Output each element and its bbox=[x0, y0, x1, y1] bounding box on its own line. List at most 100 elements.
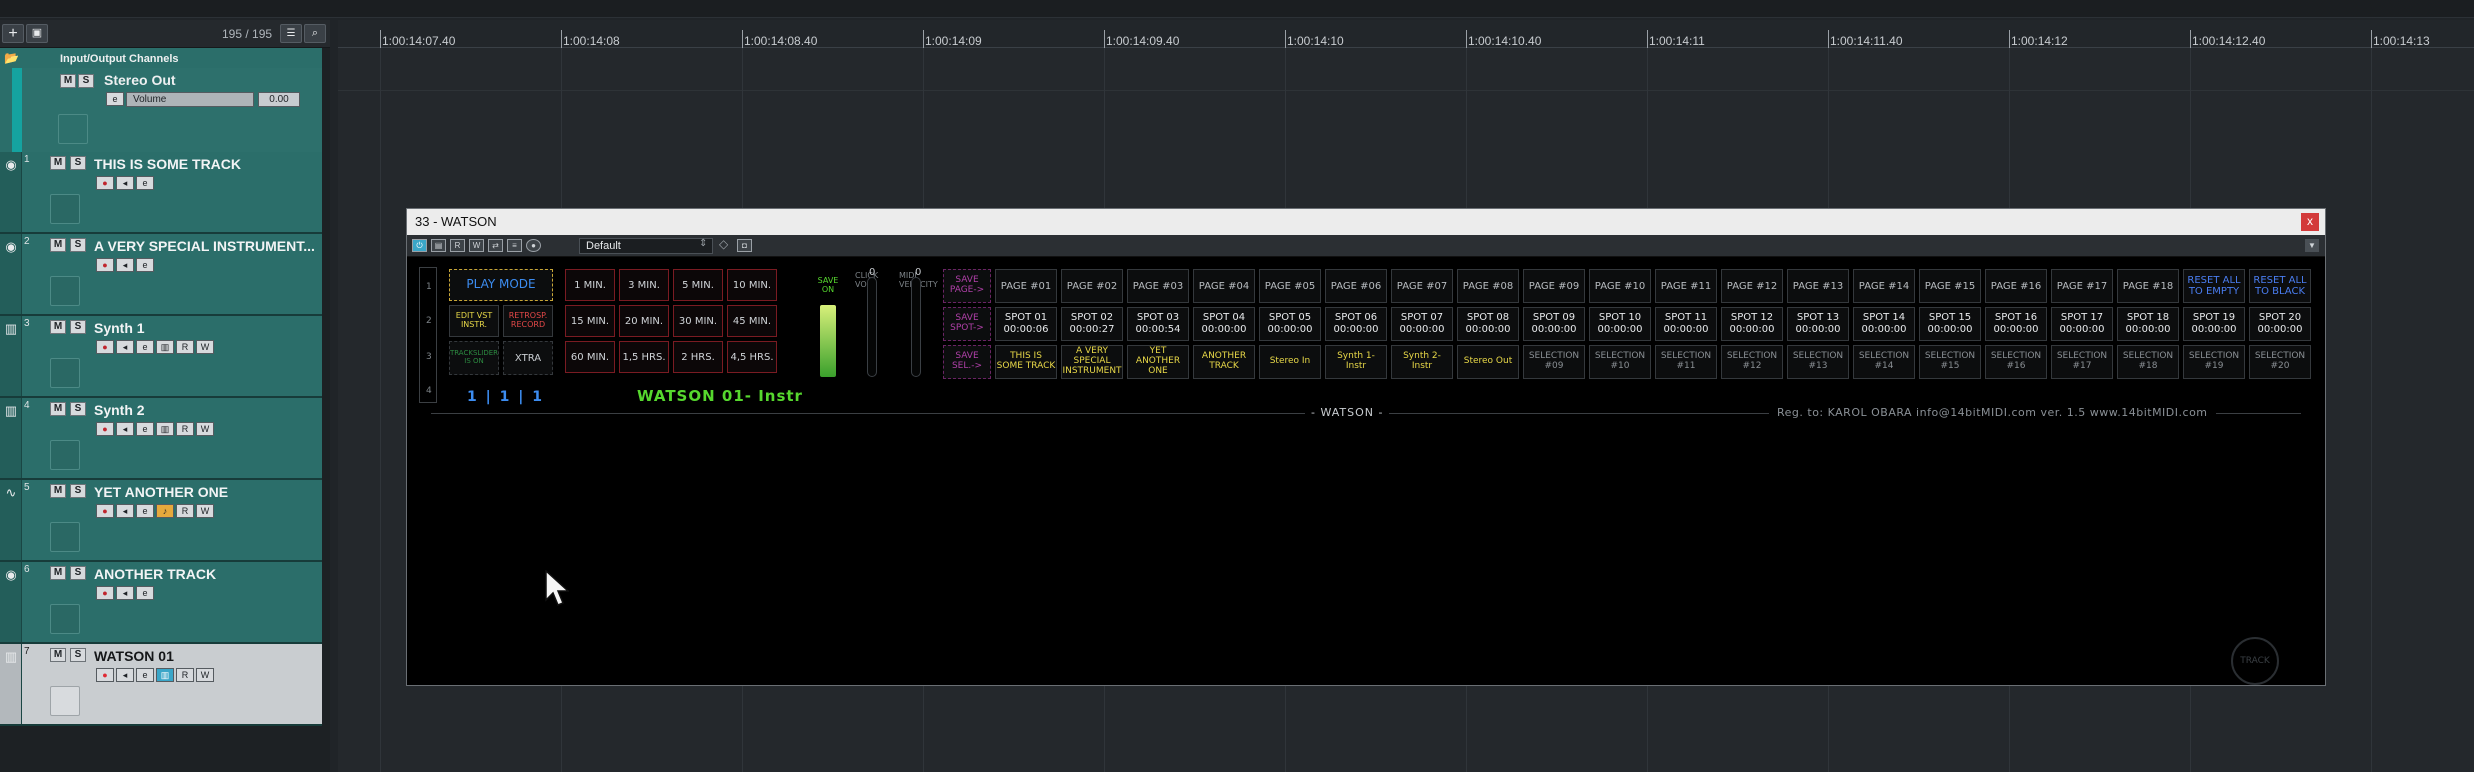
page-button[interactable]: PAGE #18 bbox=[2117, 269, 2179, 303]
time-preset-button[interactable]: 60 MIN. bbox=[565, 341, 615, 373]
list-view-button[interactable]: ☰ bbox=[280, 24, 302, 43]
write-automation-button[interactable]: W bbox=[196, 340, 214, 354]
page-button[interactable]: PAGE #06 bbox=[1325, 269, 1387, 303]
selection-button[interactable]: SELECTION #14 bbox=[1853, 345, 1915, 379]
track-row[interactable]: ◉ 6 M S ANOTHER TRACK ● ◂ e bbox=[0, 562, 322, 644]
spot-button[interactable]: SPOT 08 00:00:00 bbox=[1457, 307, 1519, 341]
selection-button[interactable]: Stereo Out bbox=[1457, 345, 1519, 379]
spot-button[interactable]: SPOT 09 00:00:00 bbox=[1523, 307, 1585, 341]
page-button[interactable]: PAGE #13 bbox=[1787, 269, 1849, 303]
solo-button[interactable]: S bbox=[70, 238, 86, 252]
record-enable-button[interactable]: ● bbox=[96, 422, 114, 436]
record-enable-button[interactable]: ● bbox=[96, 668, 114, 682]
mute-button[interactable]: M bbox=[50, 402, 66, 416]
time-preset-button[interactable]: 20 MIN. bbox=[619, 305, 669, 337]
page-button[interactable]: PAGE #10 bbox=[1589, 269, 1651, 303]
read-automation-button[interactable]: R bbox=[176, 504, 194, 518]
track-row[interactable]: ◉ 2 M S A VERY SPECIAL INSTRUMENT... ● ◂ e bbox=[0, 234, 322, 316]
selection-button[interactable]: Synth 2- Instr bbox=[1391, 345, 1453, 379]
selection-button[interactable]: SELECTION #17 bbox=[2051, 345, 2113, 379]
time-preset-button[interactable]: 5 MIN. bbox=[673, 269, 723, 301]
time-preset-button[interactable]: 45 MIN. bbox=[727, 305, 777, 337]
selection-button[interactable]: SELECTION #10 bbox=[1589, 345, 1651, 379]
page-button[interactable]: PAGE #16 bbox=[1985, 269, 2047, 303]
selection-button[interactable]: YET ANOTHER ONE bbox=[1127, 345, 1189, 379]
spot-button[interactable]: SPOT 16 00:00:00 bbox=[1985, 307, 2047, 341]
track-row[interactable]: ∿ 5 M S YET ANOTHER ONE ● ◂ e ♪ R W bbox=[0, 480, 322, 562]
solo-button[interactable]: S bbox=[70, 402, 86, 416]
save-selection-button[interactable]: SAVE SEL.-> bbox=[943, 345, 991, 379]
read-automation-button[interactable]: R bbox=[176, 668, 194, 682]
spot-button[interactable]: SPOT 15 00:00:00 bbox=[1919, 307, 1981, 341]
selection-button[interactable]: SELECTION #16 bbox=[1985, 345, 2047, 379]
power-button[interactable]: ⏻ bbox=[412, 239, 427, 252]
edit-channel-button[interactable]: e bbox=[136, 504, 154, 518]
timeline-ruler[interactable]: 1:00:14:07.40 1:00:14:08 1:00:14:08.40 1:00… bbox=[338, 20, 2474, 48]
edit-channel-button[interactable]: e bbox=[136, 340, 154, 354]
spot-button[interactable]: SPOT 03 00:00:54 bbox=[1127, 307, 1189, 341]
spot-button[interactable]: SPOT 19 00:00:00 bbox=[2183, 307, 2245, 341]
track-row[interactable]: ◉ 1 M S THIS IS SOME TRACK ● ◂ e bbox=[0, 152, 322, 234]
track-row[interactable]: ▥ 7 M S WATSON 01 ● ◂ e ▥ R W bbox=[0, 644, 322, 726]
selection-button[interactable]: SELECTION #20 bbox=[2249, 345, 2311, 379]
selection-button[interactable]: SELECTION #18 bbox=[2117, 345, 2179, 379]
page-button[interactable]: PAGE #05 bbox=[1259, 269, 1321, 303]
edit-channel-button[interactable]: e bbox=[136, 668, 154, 682]
page-button[interactable]: PAGE #17 bbox=[2051, 269, 2113, 303]
spot-button[interactable]: SPOT 05 00:00:00 bbox=[1259, 307, 1321, 341]
page-button[interactable]: PAGE #09 bbox=[1523, 269, 1585, 303]
mute-button[interactable]: M bbox=[50, 648, 66, 662]
volume-value[interactable]: 0.00 bbox=[258, 92, 300, 107]
monitor-button[interactable]: ◂ bbox=[116, 176, 134, 190]
read-automation-button[interactable]: R bbox=[176, 422, 194, 436]
mute-button[interactable]: M bbox=[50, 156, 66, 170]
record-enable-button[interactable]: ● bbox=[96, 586, 114, 600]
save-on-indicator[interactable]: SAVE ON bbox=[813, 276, 843, 295]
spot-button[interactable]: SPOT 13 00:00:00 bbox=[1787, 307, 1849, 341]
spot-button[interactable]: SPOT 20 00:00:00 bbox=[2249, 307, 2311, 341]
edit-channel-button[interactable]: e bbox=[136, 176, 154, 190]
sidechain-button[interactable]: ⇄ bbox=[488, 239, 503, 252]
spot-button[interactable]: SPOT 04 00:00:00 bbox=[1193, 307, 1255, 341]
time-preset-button[interactable]: 1,5 HRS. bbox=[619, 341, 669, 373]
record-enable-button[interactable]: ● bbox=[96, 258, 114, 272]
time-preset-button[interactable]: 4,5 HRS. bbox=[727, 341, 777, 373]
mute-button[interactable]: M bbox=[50, 238, 66, 252]
page-button[interactable]: PAGE #03 bbox=[1127, 269, 1189, 303]
spot-button[interactable]: SPOT 17 00:00:00 bbox=[2051, 307, 2113, 341]
selection-button[interactable]: SELECTION #09 bbox=[1523, 345, 1585, 379]
edit-vst-button[interactable]: EDIT VST INSTR. bbox=[449, 305, 499, 337]
xtra-button[interactable]: XTRA bbox=[503, 341, 553, 375]
spot-button[interactable]: SPOT 18 00:00:00 bbox=[2117, 307, 2179, 341]
edit-channel-button[interactable]: e bbox=[136, 258, 154, 272]
page-button[interactable]: PAGE #07 bbox=[1391, 269, 1453, 303]
solo-button[interactable]: S bbox=[70, 648, 86, 662]
selection-button[interactable]: SELECTION #15 bbox=[1919, 345, 1981, 379]
spot-button[interactable]: SPOT 14 00:00:00 bbox=[1853, 307, 1915, 341]
spot-button[interactable]: SPOT 10 00:00:00 bbox=[1589, 307, 1651, 341]
time-preset-button[interactable]: 2 HRS. bbox=[673, 341, 723, 373]
collapse-button[interactable]: ▼ bbox=[2305, 239, 2319, 252]
monitor-button[interactable]: ◂ bbox=[116, 504, 134, 518]
monitor-button[interactable]: ◂ bbox=[116, 586, 134, 600]
time-preset-button[interactable]: 10 MIN. bbox=[727, 269, 777, 301]
read-button[interactable]: R bbox=[450, 239, 465, 252]
selection-button[interactable]: Stereo In bbox=[1259, 345, 1321, 379]
plugin-title[interactable]: 33 - WATSON bbox=[407, 209, 2325, 235]
selection-button[interactable]: SELECTION #11 bbox=[1655, 345, 1717, 379]
write-automation-button[interactable]: W bbox=[196, 668, 214, 682]
spot-button[interactable]: SPOT 07 00:00:00 bbox=[1391, 307, 1453, 341]
solo-button[interactable]: S bbox=[70, 320, 86, 334]
monitor-button[interactable]: ◂ bbox=[116, 668, 134, 682]
play-mode-button[interactable]: PLAY MODE bbox=[449, 269, 553, 301]
retrospective-record-button[interactable]: RETROSP. RECORD bbox=[503, 305, 553, 337]
preset-arrows-icon[interactable]: ⇕ bbox=[699, 238, 707, 249]
spot-button[interactable]: SPOT 11 00:00:00 bbox=[1655, 307, 1717, 341]
selection-button[interactable]: THIS IS SOME TRACK bbox=[995, 345, 1057, 379]
click-vol-slider[interactable] bbox=[867, 277, 877, 377]
preset-selector[interactable]: Default bbox=[579, 238, 713, 254]
freeze-button[interactable]: ♪ bbox=[156, 504, 174, 518]
time-preset-button[interactable]: 3 MIN. bbox=[619, 269, 669, 301]
selection-button[interactable]: SELECTION #19 bbox=[2183, 345, 2245, 379]
active-indicator[interactable]: ● bbox=[526, 239, 541, 252]
